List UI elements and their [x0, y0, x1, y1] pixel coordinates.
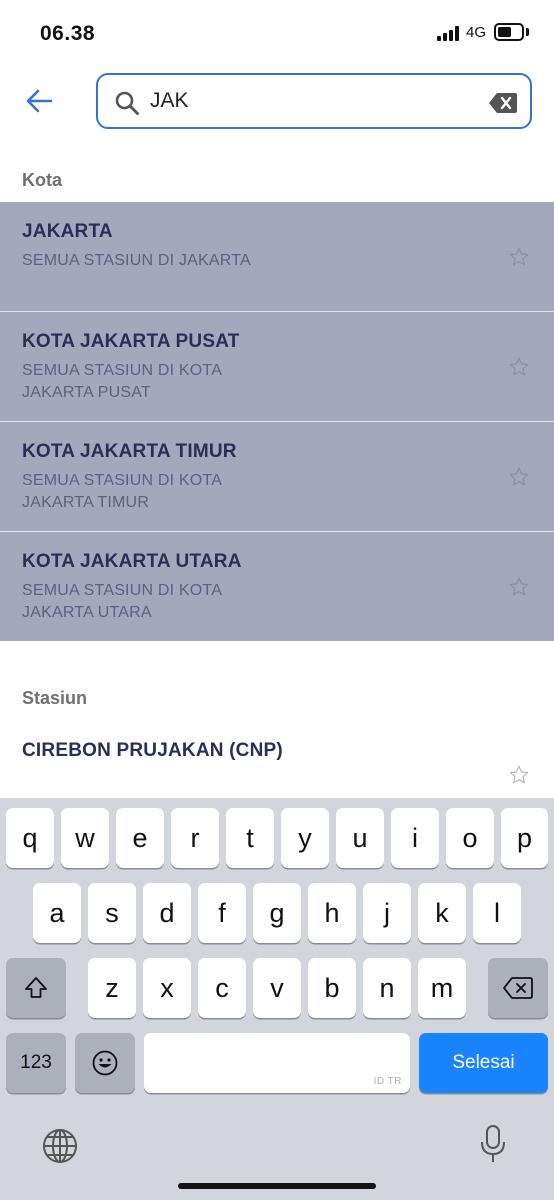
- key-d[interactable]: d: [143, 883, 191, 943]
- key-h[interactable]: h: [308, 883, 356, 943]
- star-icon[interactable]: [508, 576, 530, 598]
- search-box[interactable]: [96, 73, 532, 129]
- shift-icon: [25, 977, 47, 998]
- section-title-city: Kota: [22, 170, 62, 190]
- city-name: KOTA JAKARTA TIMUR: [22, 441, 237, 462]
- microphone-icon[interactable]: [480, 1124, 506, 1164]
- city-description: SEMUA STASIUN DI JAKARTA: [22, 252, 251, 269]
- arrow-left-icon: [26, 89, 53, 113]
- clear-search-icon[interactable]: [488, 92, 518, 114]
- key-w[interactable]: w: [61, 808, 109, 868]
- back-button[interactable]: [22, 84, 56, 118]
- battery-tip: [526, 28, 529, 36]
- key-e[interactable]: e: [116, 808, 164, 868]
- key-u[interactable]: u: [336, 808, 384, 868]
- star-icon[interactable]: [508, 764, 530, 786]
- key-c[interactable]: c: [198, 958, 246, 1018]
- globe-icon[interactable]: [42, 1128, 78, 1164]
- battery-icon: [494, 23, 524, 41]
- key-n[interactable]: n: [363, 958, 411, 1018]
- numbers-key[interactable]: 123: [6, 1033, 66, 1093]
- key-p[interactable]: p: [501, 808, 548, 868]
- key-l[interactable]: l: [473, 883, 521, 943]
- station-item[interactable]: CIREBON PRUJAKAN (CNP): [0, 728, 554, 798]
- key-m[interactable]: m: [418, 958, 466, 1018]
- backspace-icon: [503, 977, 533, 999]
- city-item[interactable]: JAKARTA SEMUA STASIUN DI JAKARTA: [0, 202, 554, 312]
- star-icon[interactable]: [508, 246, 530, 268]
- city-list: JAKARTA SEMUA STASIUN DI JAKARTA KOTA JA…: [0, 202, 554, 641]
- key-z[interactable]: z: [88, 958, 136, 1018]
- key-k[interactable]: k: [418, 883, 466, 943]
- cellular-signal-icon: [437, 26, 461, 41]
- key-f[interactable]: f: [198, 883, 246, 943]
- station-name: CIREBON PRUJAKAN (CNP): [22, 740, 283, 761]
- key-i[interactable]: i: [391, 808, 439, 868]
- key-b[interactable]: b: [308, 958, 356, 1018]
- city-name: KOTA JAKARTA UTARA: [22, 551, 242, 572]
- delete-key[interactable]: [488, 958, 548, 1018]
- key-j[interactable]: j: [363, 883, 411, 943]
- done-key[interactable]: Selesai: [419, 1033, 548, 1093]
- emoji-key[interactable]: [75, 1033, 135, 1093]
- key-q[interactable]: q: [6, 808, 54, 868]
- emoji-icon: [92, 1050, 118, 1076]
- status-time: 06.38: [40, 22, 96, 45]
- on-screen-keyboard: q w e r t y u i o p a s d f g h j k l z …: [0, 798, 554, 1200]
- key-o[interactable]: o: [446, 808, 494, 868]
- key-r[interactable]: r: [171, 808, 219, 868]
- key-x[interactable]: x: [143, 958, 191, 1018]
- city-name: KOTA JAKARTA PUSAT: [22, 331, 240, 352]
- space-key[interactable]: ID TR: [144, 1033, 410, 1093]
- home-indicator[interactable]: [178, 1183, 376, 1189]
- keyboard-language-hint: ID TR: [373, 1076, 402, 1087]
- city-description: SEMUA STASIUN DI KOTA JAKARTA TIMUR: [22, 472, 222, 511]
- section-title-station: Stasiun: [22, 688, 88, 708]
- star-icon[interactable]: [508, 356, 530, 378]
- key-s[interactable]: s: [88, 883, 136, 943]
- city-description: SEMUA STASIUN DI KOTA JAKARTA PUSAT: [22, 362, 222, 401]
- key-y[interactable]: y: [281, 808, 329, 868]
- search-icon: [115, 91, 139, 115]
- star-icon[interactable]: [508, 466, 530, 488]
- city-item[interactable]: KOTA JAKARTA PUSAT SEMUA STASIUN DI KOTA…: [0, 312, 554, 422]
- key-a[interactable]: a: [33, 883, 81, 943]
- key-v[interactable]: v: [253, 958, 301, 1018]
- city-item[interactable]: KOTA JAKARTA UTARA SEMUA STASIUN DI KOTA…: [0, 532, 554, 641]
- search-input[interactable]: [150, 83, 470, 119]
- city-description: SEMUA STASIUN DI KOTA JAKARTA UTARA: [22, 582, 222, 621]
- key-t[interactable]: t: [226, 808, 274, 868]
- city-name: JAKARTA: [22, 221, 113, 242]
- city-item[interactable]: KOTA JAKARTA TIMUR SEMUA STASIUN DI KOTA…: [0, 422, 554, 532]
- key-g[interactable]: g: [253, 883, 301, 943]
- network-type: 4G: [466, 24, 487, 41]
- shift-key[interactable]: [6, 958, 66, 1018]
- status-bar: 06.38 4G: [0, 0, 554, 66]
